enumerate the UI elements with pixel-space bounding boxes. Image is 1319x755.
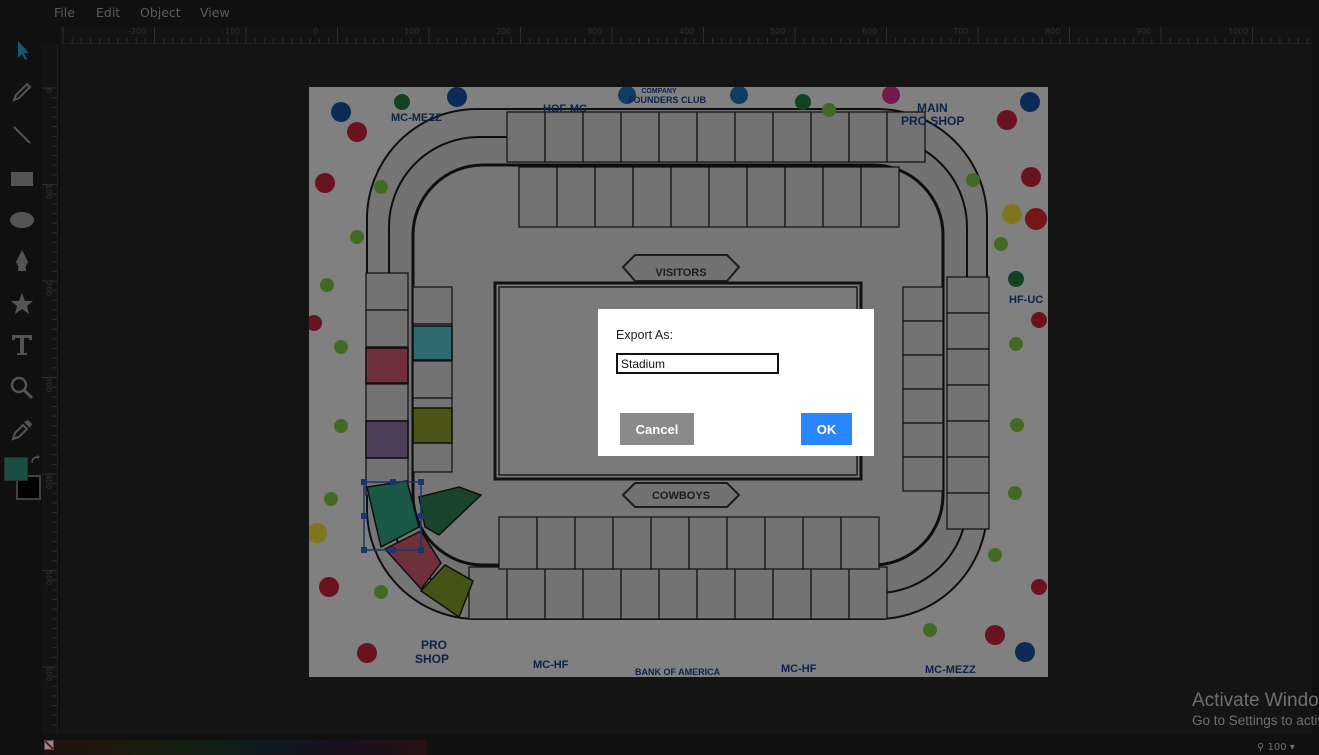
watermark-subtitle: Go to Settings to activate Windows. — [1192, 713, 1319, 728]
cancel-button[interactable]: Cancel — [620, 413, 694, 445]
activate-windows-watermark: Activate Windows Go to Settings to activ… — [1192, 690, 1319, 728]
export-as-label: Export As: — [616, 328, 673, 342]
export-dialog: Export As: Cancel OK — [598, 309, 874, 456]
watermark-title: Activate Windows — [1192, 690, 1319, 711]
zoom-level[interactable]: ⚲ 100 ▾ — [1257, 742, 1295, 753]
ok-button[interactable]: OK — [801, 413, 852, 445]
app-window: File Edit Object View -200 -100 0 100 20… — [0, 0, 1319, 755]
zoom-icon: ⚲ — [1257, 742, 1268, 753]
export-filename-input[interactable] — [616, 353, 779, 374]
zoom-value: 100 — [1267, 742, 1287, 753]
